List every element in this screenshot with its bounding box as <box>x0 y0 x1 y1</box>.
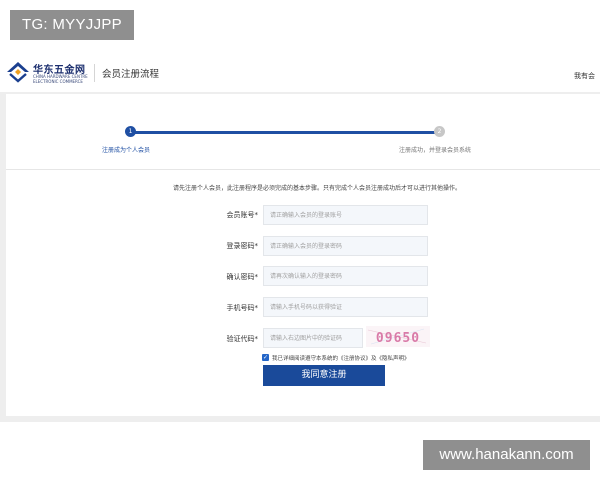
logo-icon <box>7 62 29 83</box>
progress-bar <box>133 131 441 134</box>
account-input[interactable] <box>263 205 428 225</box>
page-title: 会员注册流程 <box>102 69 160 80</box>
step-2-indicator: 2 <box>434 126 445 137</box>
registration-card: 1 2 注册成为个人会员 注册成功，并登录会员系统 请先注册个人会员，此注册程序… <box>6 94 600 416</box>
divider <box>6 169 600 170</box>
captcha-text: 09650 <box>376 331 420 346</box>
watermark-top-left: TG: MYYJJPP <box>10 10 134 40</box>
password-label: 登录密码* <box>226 242 259 250</box>
account-label: 会员账号* <box>226 211 259 219</box>
captcha-graphic: 09650 <box>367 328 427 346</box>
agreement-text: 我已详细阅读遵守本系统的《注册协议》及《隐私声明》 <box>272 356 410 362</box>
confirm-password-label: 确认密码* <box>226 273 259 281</box>
logo-subtitle: CHINA HARDWARE CENTRE ELECTRONIC COMMERC… <box>33 74 88 84</box>
agree-register-button[interactable]: 我同意注册 <box>263 365 385 386</box>
registration-notice: 请先注册个人会员，此注册程序是必须完成的基本步骤。只有完成个人会员注册成功后才可… <box>173 185 462 192</box>
phone-label: 手机号码* <box>226 304 259 312</box>
header: 华东五金网 CHINA HARDWARE CENTRE ELECTRONIC C… <box>0 52 600 92</box>
captcha-input[interactable] <box>263 328 363 348</box>
confirm-password-input[interactable] <box>263 266 428 286</box>
step-1-label: 注册成为个人会员 <box>102 147 151 154</box>
page: 华东五金网 CHINA HARDWARE CENTRE ELECTRONIC C… <box>0 0 600 480</box>
phone-input[interactable] <box>263 297 428 317</box>
captcha-label: 验证代码* <box>226 335 259 343</box>
password-input[interactable] <box>263 236 428 256</box>
agreement-checkbox[interactable]: ✓ <box>262 354 269 361</box>
captcha-image[interactable]: 09650 <box>366 326 430 347</box>
watermark-bottom-right: www.hanakann.com <box>423 440 590 470</box>
step-1-indicator: 1 <box>125 126 136 137</box>
header-divider <box>94 64 95 82</box>
step-2-label: 注册成功，并登录会员系统 <box>399 147 472 154</box>
login-link[interactable]: 我有会 <box>574 71 595 81</box>
